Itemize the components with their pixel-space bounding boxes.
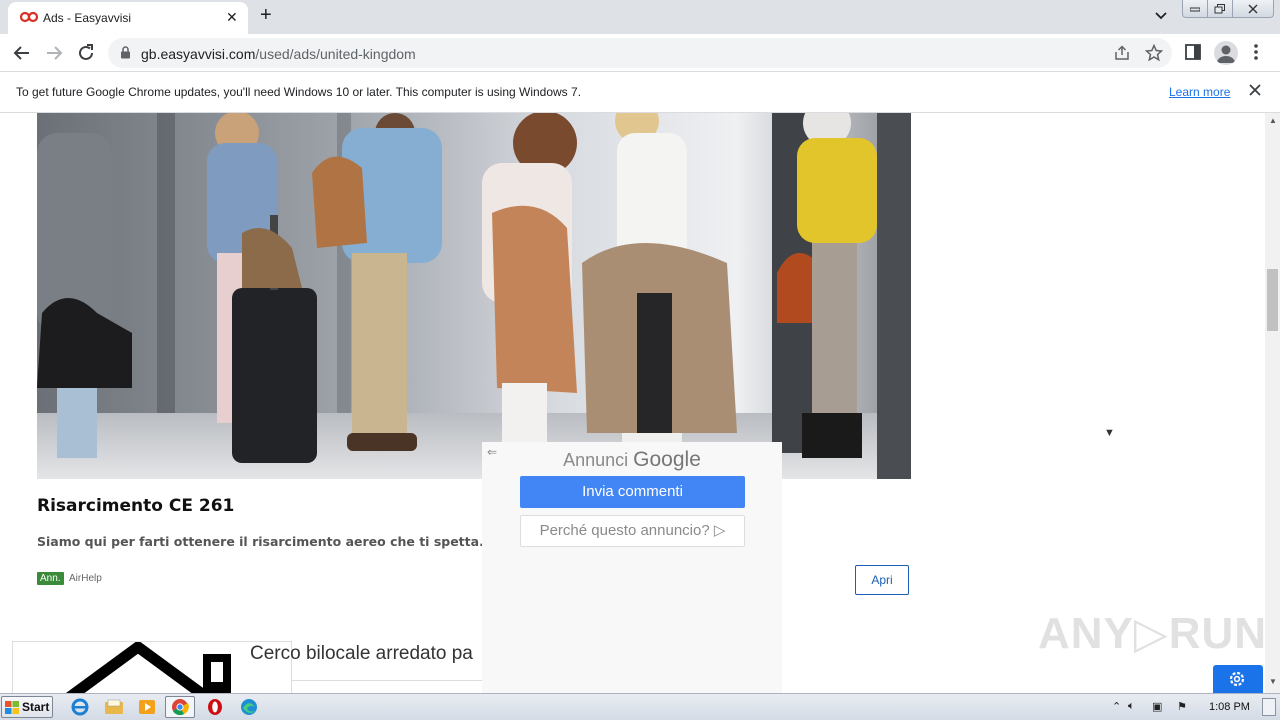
ad-description: Siamo qui per farti ottenere il risarcim… (37, 534, 553, 549)
anyrun-watermark: ANY▷RUN (1038, 609, 1265, 658)
start-label: Start (22, 700, 50, 714)
url-path: /used/ads/united-kingdom (255, 46, 416, 62)
ie-icon[interactable] (69, 697, 91, 717)
page-scrollbar[interactable]: ▲ ▼ (1265, 113, 1280, 693)
taskbar-clock[interactable]: 1:08 PM (1209, 701, 1250, 713)
window-close-button[interactable] (1232, 0, 1274, 18)
learn-more-link[interactable]: Learn more (1169, 85, 1230, 99)
ad-badge: Ann. (37, 572, 64, 585)
url-text[interactable]: gb.easyavvisi.com/used/ads/united-kingdo… (141, 46, 416, 62)
tab-search-chevron-icon[interactable] (1153, 7, 1169, 23)
show-hidden-icons-icon[interactable]: ⌃ (1112, 700, 1121, 713)
dropdown-triangle-icon[interactable]: ▼ (1104, 427, 1115, 439)
opera-icon[interactable] (204, 697, 226, 717)
infobar-close-icon[interactable] (1248, 83, 1262, 97)
forward-arrow-icon[interactable] (43, 42, 65, 64)
explorer-icon[interactable] (103, 697, 125, 717)
browser-tab[interactable]: Ads - Easyavvisi ✕ (8, 2, 248, 34)
new-tab-button[interactable]: + (260, 4, 272, 27)
easyavvisi-favicon-icon (20, 11, 38, 23)
system-tray: ⌃ 🔈︎ ▣ ⚑ (1104, 694, 1280, 721)
ad-title[interactable]: Risarcimento CE 261 (37, 496, 234, 516)
ad-image[interactable] (37, 113, 911, 479)
show-desktop-button[interactable] (1262, 698, 1276, 716)
bookmark-star-icon[interactable] (1145, 44, 1163, 62)
back-arrow-icon[interactable] (11, 42, 33, 64)
side-panel-icon[interactable] (1185, 44, 1201, 60)
update-infobar: To get future Google Chrome updates, you… (0, 72, 1280, 113)
ads-by-google-label: Annunci Google (482, 448, 782, 472)
window-minimize-button[interactable] (1182, 0, 1208, 18)
profile-avatar-icon[interactable] (1214, 41, 1238, 65)
browser-toolbar: gb.easyavvisi.com/used/ads/united-kingdo… (0, 34, 1280, 72)
start-button[interactable]: Start (1, 696, 53, 718)
chrome-icon[interactable] (165, 696, 195, 718)
url-host: gb.easyavvisi.com (141, 46, 256, 62)
why-this-ad-label: Perché questo annuncio? (539, 522, 710, 539)
scrollbar-thumb[interactable] (1267, 269, 1278, 331)
volume-icon[interactable]: 🔈︎ (1128, 700, 1135, 713)
share-icon[interactable] (1114, 45, 1130, 61)
why-this-ad-button[interactable]: Perché questo annuncio? ▷ (520, 515, 745, 547)
settings-button[interactable] (1213, 665, 1263, 693)
windows-taskbar: Start ⌃ 🔈︎ ▣ ⚑ 1:08 PM (0, 693, 1280, 720)
ads-label: Annunci (563, 450, 629, 470)
listing-title[interactable]: Cerco bilocale arredato pa (250, 643, 473, 665)
network-icon[interactable]: ▣ (1152, 700, 1162, 713)
edge-icon[interactable] (238, 697, 260, 717)
window-restore-button[interactable] (1207, 0, 1233, 18)
page-content: Risarcimento CE 261 Siamo qui per farti … (0, 113, 1265, 693)
google-ad-feedback-panel: ⇐ Annunci Google Invia commenti Perché q… (482, 442, 782, 693)
listing-divider (292, 680, 492, 681)
media-player-icon[interactable] (136, 697, 158, 717)
gear-icon (1229, 671, 1245, 687)
google-logo: Google (633, 448, 701, 471)
tab-title: Ads - Easyavvisi (43, 11, 132, 25)
send-feedback-button[interactable]: Invia commenti (520, 476, 745, 508)
windows-flag-icon (5, 701, 19, 714)
tab-close-icon[interactable]: ✕ (226, 9, 238, 26)
address-bar[interactable]: gb.easyavvisi.com/used/ads/united-kingdo… (108, 38, 1172, 68)
adchoices-icon: ▷ (713, 522, 726, 539)
infobar-message: To get future Google Chrome updates, you… (16, 85, 582, 99)
ad-advertiser[interactable]: AirHelp (69, 573, 102, 584)
scroll-down-icon[interactable]: ▼ (1269, 677, 1277, 686)
chrome-menu-icon[interactable] (1254, 44, 1258, 60)
scroll-up-icon[interactable]: ▲ (1269, 116, 1277, 125)
action-center-flag-icon[interactable]: ⚑ (1177, 700, 1187, 713)
tab-strip: Ads - Easyavvisi ✕ + (0, 0, 1280, 34)
reload-icon[interactable] (75, 42, 97, 64)
lock-icon[interactable] (120, 46, 131, 59)
ad-open-button[interactable]: Apri (855, 565, 909, 595)
